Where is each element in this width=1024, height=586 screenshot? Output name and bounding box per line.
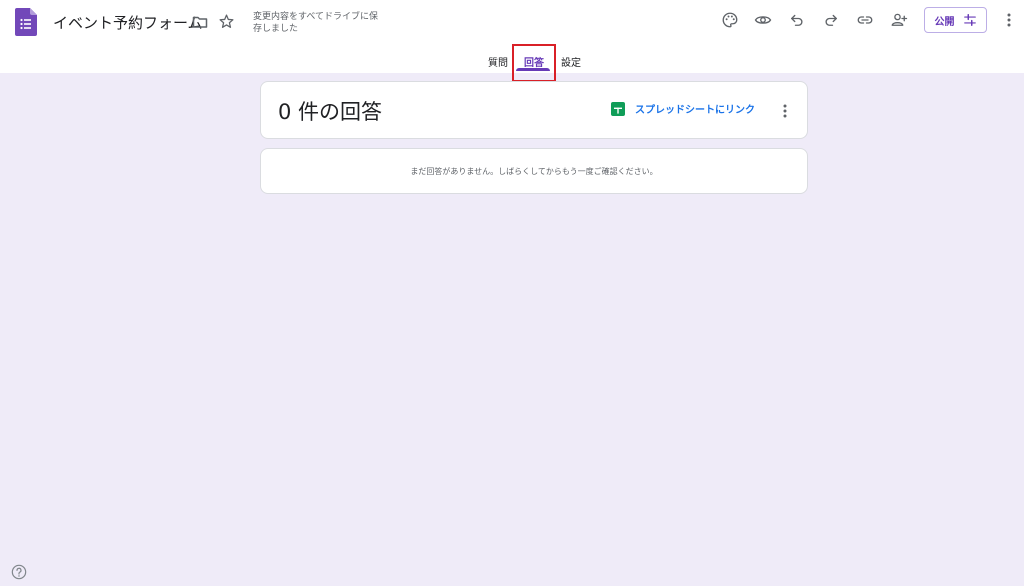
tab-questions[interactable]: 質問 (488, 54, 508, 69)
help-icon[interactable] (11, 564, 27, 580)
tab-settings[interactable]: 設定 (561, 54, 581, 69)
more-options-icon[interactable] (1002, 11, 1016, 29)
empty-responses-card: まだ回答がありません。しばらくしてからもう一度ご確認ください。 (260, 148, 808, 194)
folder-icon[interactable] (192, 14, 208, 30)
redo-icon[interactable] (822, 11, 840, 29)
preview-eye-icon[interactable] (754, 11, 772, 29)
form-title[interactable]: イベント予約フォーム (53, 12, 203, 33)
palette-icon[interactable] (721, 11, 739, 29)
responses-more-options-icon[interactable] (780, 102, 790, 120)
link-to-sheets-button[interactable]: スプレッドシートにリンク (611, 101, 755, 116)
google-sheets-icon (611, 101, 625, 116)
publish-button[interactable]: 公開 (924, 7, 987, 33)
response-count-title: 0 件の回答 (278, 100, 383, 124)
link-icon[interactable] (856, 11, 874, 29)
top-app-bar: イベント予約フォーム 変更内容をすべてドライブに保存しました 公開 質問 回答 … (0, 0, 1024, 82)
google-forms-logo-icon[interactable] (15, 8, 37, 36)
responses-summary-card: 0 件の回答 スプレッドシートにリンク (260, 81, 808, 139)
link-to-sheets-label: スプレッドシートにリンク (635, 105, 755, 116)
save-status-text: 変更内容をすべてドライブに保存しました (253, 12, 379, 34)
publish-settings-sliders-icon (963, 13, 977, 27)
no-responses-message: まだ回答がありません。しばらくしてからもう一度ご確認ください。 (410, 167, 658, 176)
responses-tab-highlight (512, 44, 556, 82)
undo-icon[interactable] (788, 11, 806, 29)
publish-button-label: 公開 (934, 16, 955, 28)
star-icon[interactable] (218, 13, 235, 30)
add-collaborator-icon[interactable] (890, 11, 908, 29)
